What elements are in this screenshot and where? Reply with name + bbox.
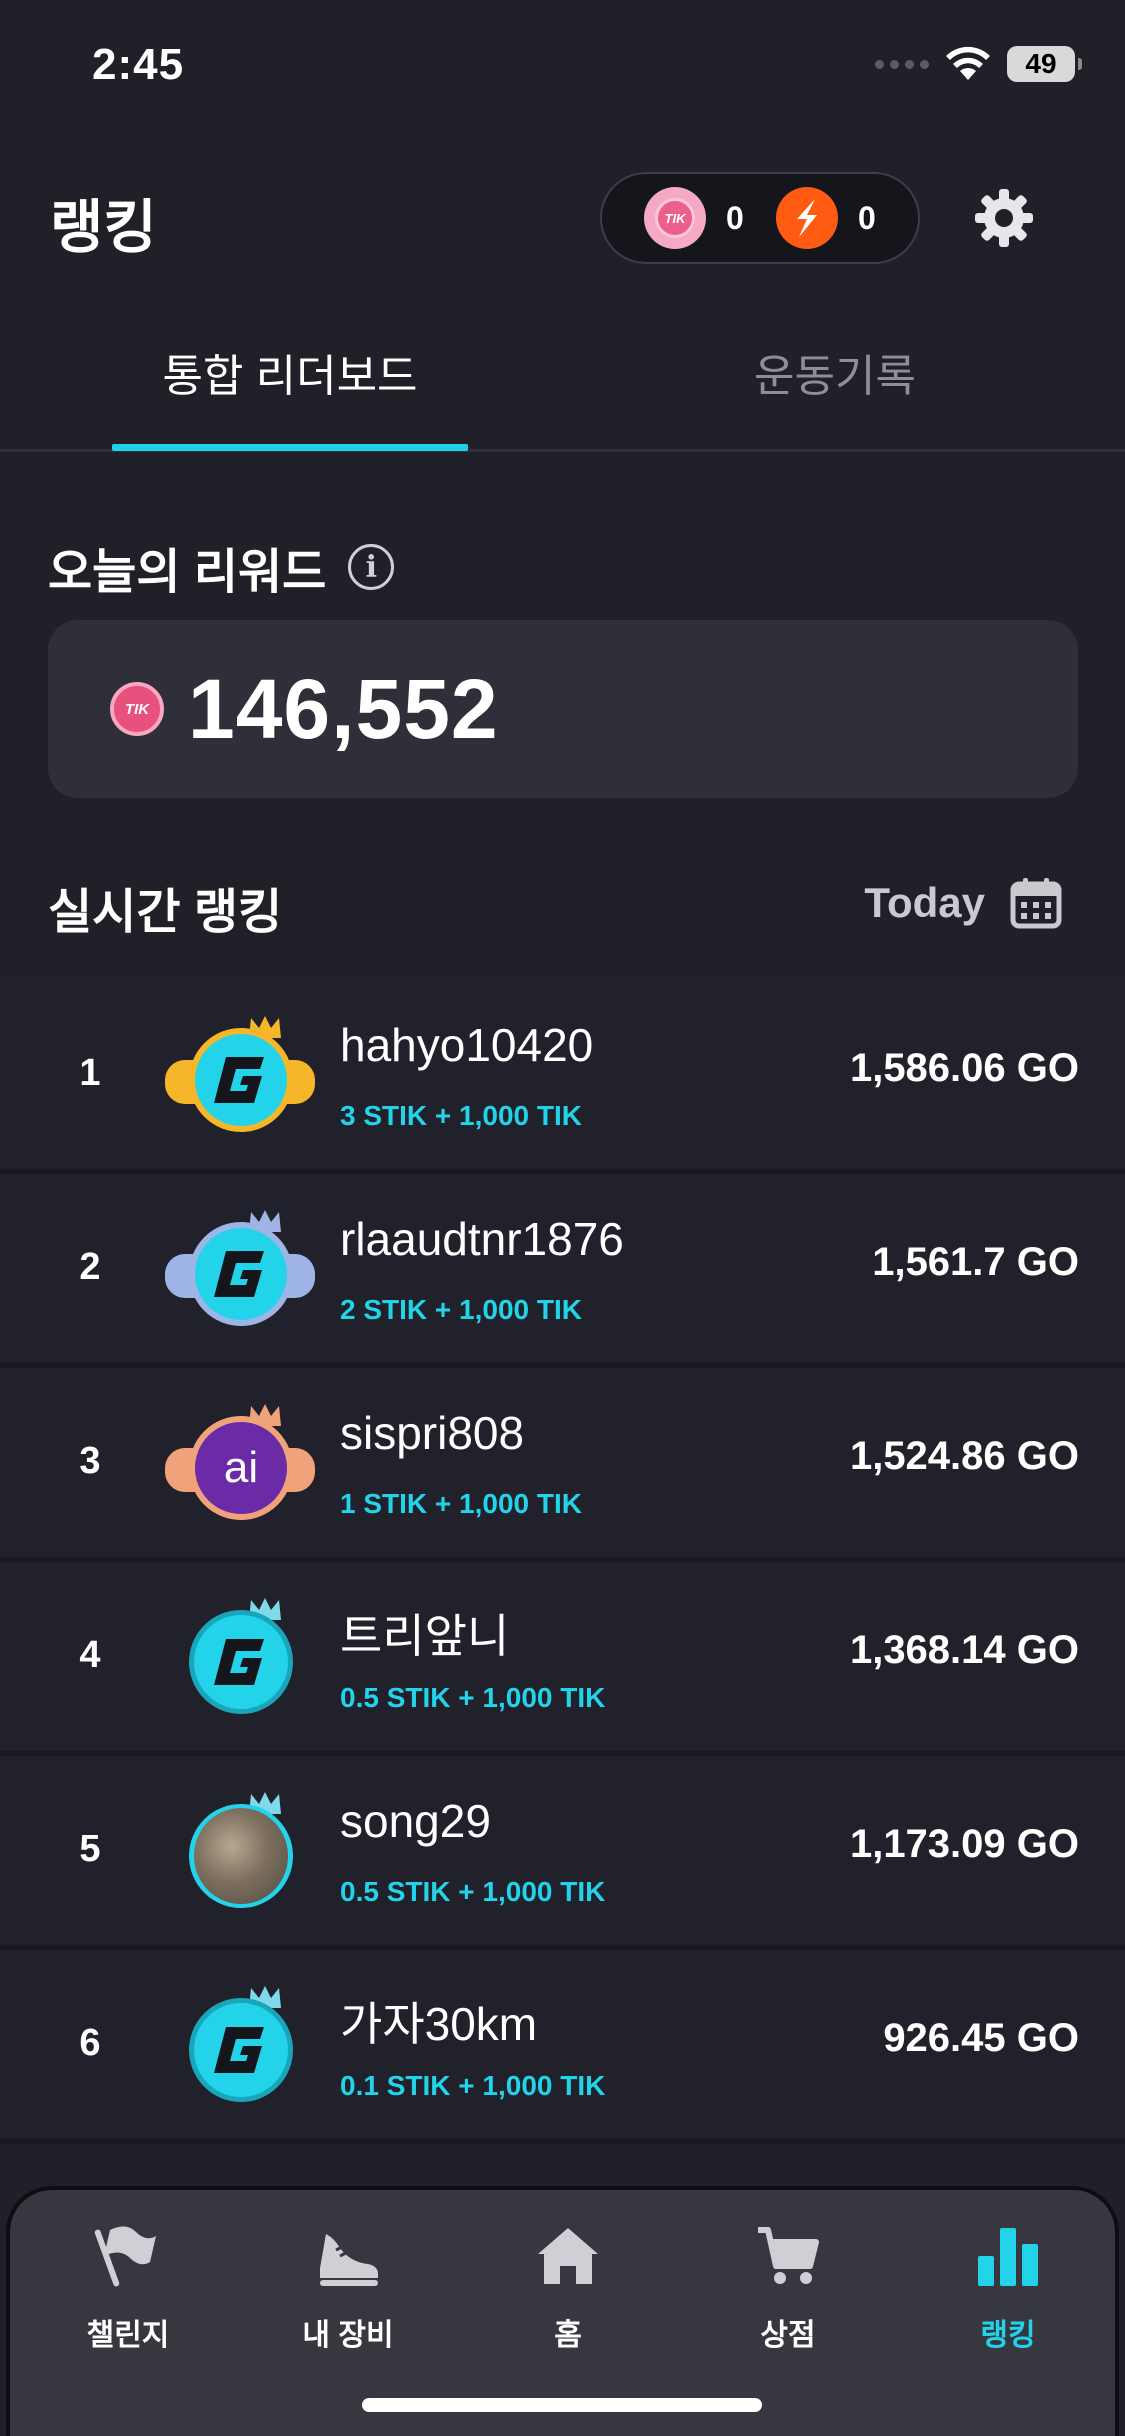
user-name: rlaaudtnr1876 <box>340 1213 624 1265</box>
ranking-row[interactable]: 2 rlaaudtnr1876 2 STIK + 1,000 TIK 1,561… <box>0 1174 1125 1368</box>
user-name: 트리앞니 <box>340 1610 510 1662</box>
avatar <box>165 1208 315 1338</box>
user-score: 1,586.06 GO <box>849 1046 1079 1090</box>
user-score: 1,173.09 GO <box>849 1822 1079 1866</box>
nav-challenge[interactable]: 챌린지 <box>48 2220 208 2354</box>
user-reward: 3 STIK + 1,000 TIK <box>340 1100 582 1131</box>
ranking-row[interactable]: 3 ai sispri808 1 STIK + 1,000 TIK 1,524.… <box>0 1368 1125 1562</box>
user-reward: 0.5 STIK + 1,000 TIK <box>340 1876 606 1907</box>
avatar: ai <box>165 1402 315 1532</box>
header: 랭킹 TIK 0 0 <box>0 160 1125 270</box>
page-title: 랭킹 <box>50 195 157 260</box>
user-score: 1,561.7 GO <box>872 1240 1079 1284</box>
nav-ranking[interactable]: 랭킹 <box>928 2220 1088 2354</box>
info-icon[interactable]: i <box>348 544 395 590</box>
rank-number: 3 <box>79 1440 101 1482</box>
stik-coin-icon <box>776 187 838 249</box>
nav-label: 상점 <box>760 2319 816 2352</box>
reward-value: 146,552 <box>188 661 499 756</box>
gear-icon <box>975 189 1033 247</box>
avatar-image <box>189 1998 293 2102</box>
user-name: hahyo10420 <box>340 1019 594 1071</box>
user-score: 1,368.14 GO <box>849 1628 1079 1672</box>
date-filter-label: Today <box>864 879 985 926</box>
home-indicator[interactable] <box>362 2398 762 2412</box>
nav-label: 챌린지 <box>86 2319 170 2352</box>
rank-number: 6 <box>79 2022 101 2064</box>
bar-chart-icon <box>978 2228 1038 2286</box>
avatar-image <box>189 1610 293 1714</box>
date-filter[interactable]: Today <box>864 876 1063 930</box>
g-logo-icon <box>214 2027 264 2073</box>
settings-button[interactable] <box>970 184 1038 252</box>
wifi-icon <box>946 46 990 80</box>
cellular-signal-icon <box>875 59 929 69</box>
avatar <box>165 1596 315 1726</box>
avatar-text: ai <box>223 1443 259 1492</box>
currency-balance[interactable]: TIK 0 0 <box>600 172 920 264</box>
avatar <box>165 1790 315 1920</box>
status-bar: 2:45 49 <box>0 0 1125 140</box>
ranking-row[interactable]: 1 hahyo10420 3 STIK + 1,000 TIK 1,586.06… <box>0 980 1125 1174</box>
nav-shop[interactable]: 상점 <box>708 2220 868 2354</box>
active-tab-indicator <box>112 444 468 451</box>
avatar-image <box>189 1804 293 1908</box>
rank-number: 1 <box>79 1052 101 1094</box>
g-logo-icon <box>214 1251 264 1297</box>
reward-card: TIK 146,552 <box>48 620 1078 798</box>
nav-label: 랭킹 <box>980 2319 1036 2352</box>
avatar-image <box>189 1028 293 1132</box>
stik-balance: 0 <box>858 199 876 236</box>
tab-leaderboard[interactable]: 통합 리더보드 <box>112 340 468 404</box>
home-icon <box>538 2228 598 2284</box>
ranking-list: 1 hahyo10420 3 STIK + 1,000 TIK 1,586.06… <box>0 980 1125 2144</box>
nav-label: 내 장비 <box>302 2319 394 2352</box>
ranking-row[interactable]: 6 가자30km 0.1 STIK + 1,000 TIK 926.45 GO <box>0 1950 1125 2144</box>
flag-icon <box>94 2226 156 2287</box>
nav-home[interactable]: 홈 <box>488 2220 648 2354</box>
user-name: sispri808 <box>340 1407 525 1459</box>
rank-number: 2 <box>79 1246 101 1288</box>
tik-coin-icon: TIK <box>644 187 706 249</box>
ranking-row[interactable]: 5 song29 0.5 STIK + 1,000 TIK 1,173.09 G… <box>0 1756 1125 1950</box>
battery-indicator: 49 <box>1007 46 1082 82</box>
avatar-image: ai <box>189 1416 293 1520</box>
nav-my-gear[interactable]: 내 장비 <box>268 2220 428 2354</box>
reward-title: 오늘의 리워드 <box>48 546 327 599</box>
status-indicators: 49 <box>875 46 1082 82</box>
user-score: 926.45 GO <box>883 2016 1079 2060</box>
avatar-image <box>189 1222 293 1326</box>
user-reward: 2 STIK + 1,000 TIK <box>340 1294 582 1325</box>
sneaker-icon <box>320 2234 378 2286</box>
user-name: song29 <box>340 1795 491 1847</box>
rank-number: 5 <box>79 1828 101 1870</box>
user-score: 1,524.86 GO <box>849 1434 1079 1478</box>
tik-coin-icon: TIK <box>110 682 164 736</box>
calendar-icon <box>1010 878 1062 929</box>
reward-section-header: 오늘의 리워드 i <box>48 532 395 602</box>
tik-coin-label: TIK <box>655 198 695 238</box>
user-reward: 0.5 STIK + 1,000 TIK <box>340 1682 606 1713</box>
profile-photo <box>194 1808 288 1904</box>
nav-label: 홈 <box>554 2319 582 2352</box>
ranking-title: 실시간 랭킹 <box>48 886 283 939</box>
ranking-row[interactable]: 4 트리앞니 0.5 STIK + 1,000 TIK 1,368.14 GO <box>0 1562 1125 1756</box>
ranking-screen: 2:45 49 랭킹 TIK 0 0 통합 리더보드 운동기록 오늘의 리워드 … <box>0 0 1125 2436</box>
g-logo-icon <box>214 1639 264 1685</box>
cart-icon <box>758 2227 819 2284</box>
tab-exercise-record[interactable]: 운동기록 <box>700 340 970 404</box>
status-time: 2:45 <box>92 40 185 89</box>
avatar <box>165 1984 315 2114</box>
user-reward: 0.1 STIK + 1,000 TIK <box>340 2070 606 2101</box>
rank-number: 4 <box>79 1634 101 1676</box>
user-name: 가자30km <box>340 1998 538 2050</box>
tab-bar: 통합 리더보드 운동기록 <box>0 300 1125 452</box>
user-reward: 1 STIK + 1,000 TIK <box>340 1488 582 1519</box>
tik-balance: 0 <box>726 199 744 236</box>
avatar <box>165 1014 315 1144</box>
g-logo-icon <box>214 1057 264 1103</box>
